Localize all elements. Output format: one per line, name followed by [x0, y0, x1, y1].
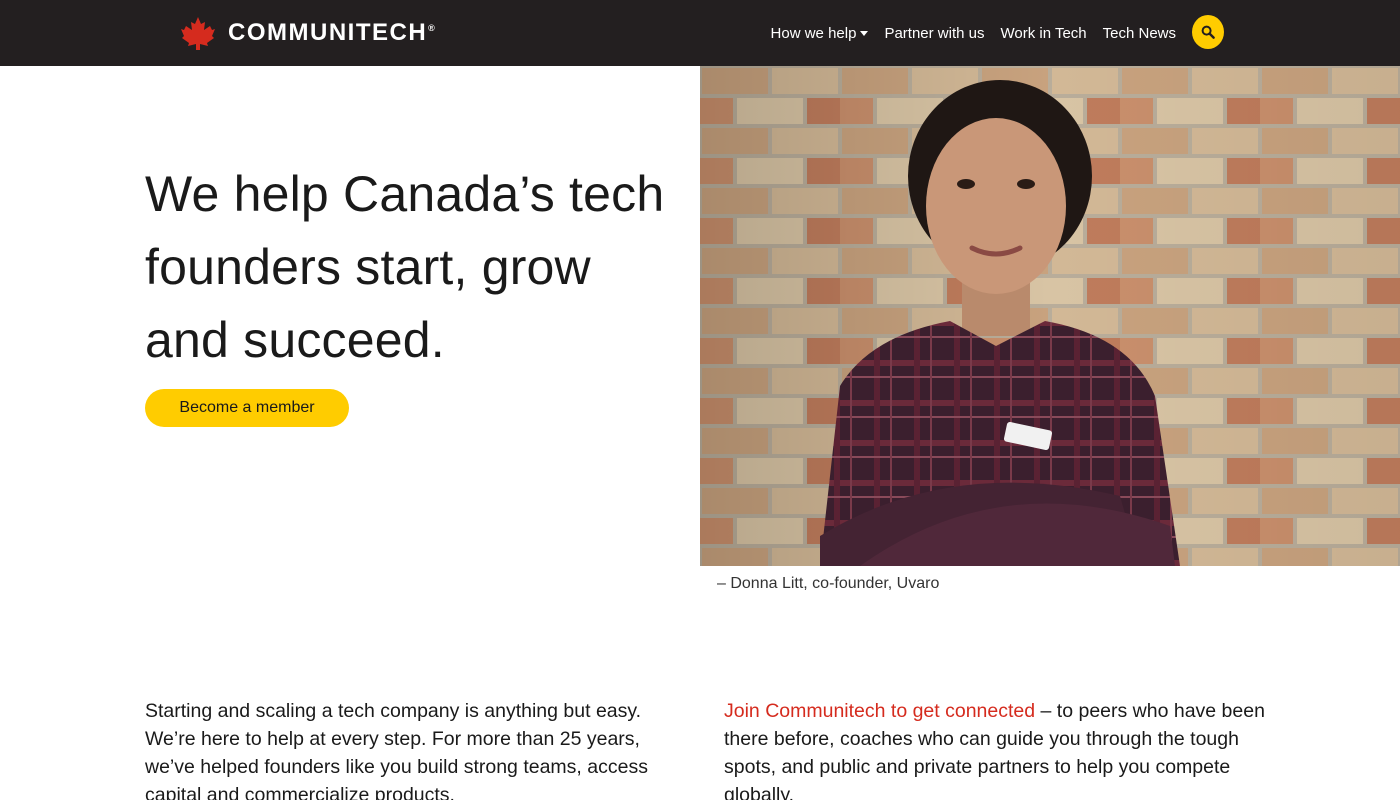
nav-partner-with-us[interactable]: Partner with us: [884, 25, 984, 42]
brand-logo-link[interactable]: COMMUNITECH®: [180, 16, 435, 50]
search-button[interactable]: [1192, 15, 1224, 49]
nav-work-in-tech[interactable]: Work in Tech: [1000, 25, 1086, 42]
photo-caption: – Donna Litt, co-founder, Uvaro: [717, 575, 940, 592]
join-communitech-link[interactable]: Join Communitech to get connected: [724, 700, 1035, 722]
nav-how-we-help-label: How we help: [770, 24, 857, 42]
nav-how-we-help[interactable]: How we help: [771, 25, 869, 42]
hero-headline: We help Canada’s tech founders start, gr…: [145, 158, 705, 377]
nav-tech-news[interactable]: Tech News: [1103, 25, 1176, 42]
chevron-down-icon: [860, 30, 869, 36]
search-icon: [1201, 25, 1215, 39]
hero-headline-line-3: and succeed.: [145, 312, 445, 368]
hero-photo: [700, 66, 1400, 566]
brand-wordmark: COMMUNITECH®: [228, 19, 435, 46]
intro-right-paragraph: Join Communitech to get connected – to p…: [724, 697, 1269, 800]
hero-headline-line-1: We help Canada’s tech: [145, 166, 665, 222]
registered-mark: ®: [428, 23, 435, 33]
top-navbar: COMMUNITECH® How we help Partner with us…: [0, 0, 1400, 66]
main-nav: How we help Partner with us Work in Tech…: [755, 0, 1176, 66]
become-member-button[interactable]: Become a member: [145, 389, 349, 427]
hero-headline-line-2: founders start, grow: [145, 239, 591, 295]
intro-left-paragraph: Starting and scaling a tech company is a…: [145, 700, 648, 800]
maple-leaf-icon: [181, 17, 215, 50]
